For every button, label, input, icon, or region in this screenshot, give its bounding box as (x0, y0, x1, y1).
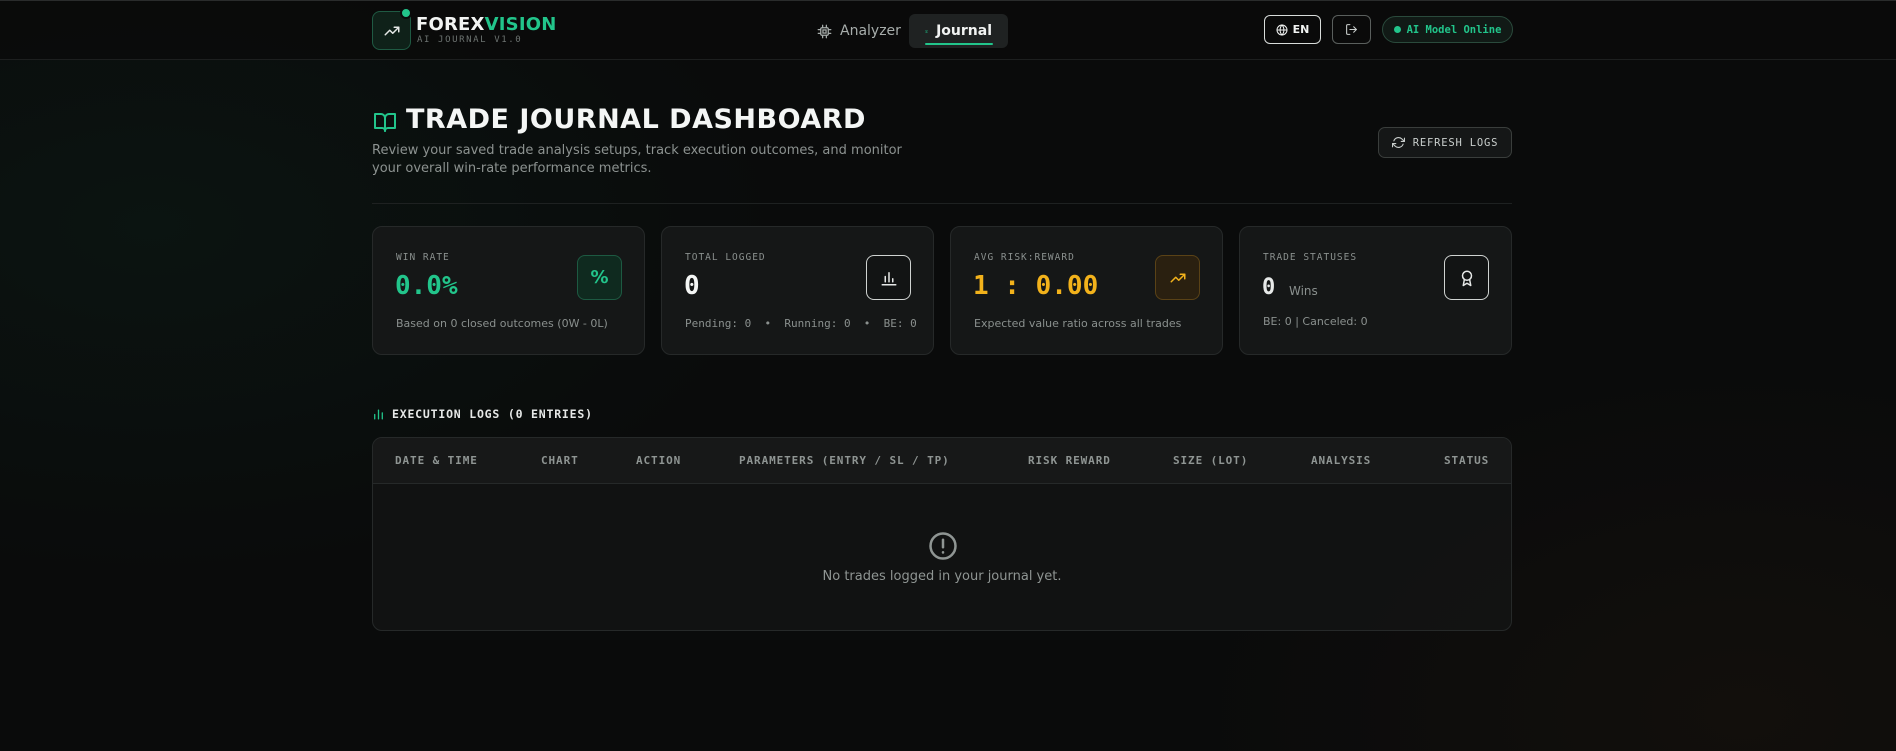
logout-button[interactable] (1332, 15, 1371, 44)
trade-statuses-card: TRADE STATUSES 0 Wins BE: 0 | Canceled: … (1239, 226, 1512, 355)
page-title: TRADE JOURNAL DASHBOARD (406, 104, 866, 135)
avg-rr-note: Expected value ratio across all trades (974, 317, 1182, 330)
column-risk-reward[interactable]: RISK REWARD (1028, 454, 1111, 467)
section-divider (372, 203, 1512, 204)
alert-circle-icon (929, 532, 957, 560)
book-open-icon (925, 29, 928, 33)
trending-up-icon (384, 26, 399, 35)
table-header: DATE & TIME CHART ACTION PARAMETERS (ENT… (373, 438, 1511, 484)
language-button[interactable]: EN (1264, 15, 1321, 44)
avg-rr-value: 1 : 0.00 (973, 271, 1099, 301)
book-open-icon (374, 113, 396, 132)
top-header: FOREXVISION AI JOURNAL V1.0 Analyzer Jou… (0, 0, 1896, 60)
trade-statuses-value: 0 (1262, 275, 1276, 300)
total-logged-value: 0 (684, 271, 700, 301)
ai-status-badge: AI Model Online (1382, 16, 1513, 43)
execution-logs-title: EXECUTION LOGS (0 ENTRIES) (392, 407, 593, 421)
trending-up-icon (1170, 273, 1185, 282)
logo-status-dot (400, 7, 412, 19)
nav-journal-label: Journal (936, 23, 992, 39)
avg-risk-reward-card: AVG RISK:REWARD 1 : 0.00 Expected value … (950, 226, 1223, 355)
bar-chart-icon (881, 271, 896, 285)
trending-up-icon-box (1155, 255, 1200, 300)
brand-name: FOREXVISION (416, 14, 557, 35)
column-date-time[interactable]: DATE & TIME (395, 454, 478, 467)
total-logged-note: Pending: 0 • Running: 0 • BE: 0 (685, 317, 917, 330)
page-description: Review your saved trade analysis setups,… (372, 143, 902, 176)
trade-statuses-label: TRADE STATUSES (1263, 252, 1358, 263)
nav-active-indicator (925, 43, 993, 45)
ai-status-label: AI Model Online (1406, 23, 1502, 36)
award-icon-box (1444, 255, 1489, 300)
brand-part-forex: FOREX (416, 14, 485, 35)
percent-icon: % (577, 255, 622, 300)
column-analysis[interactable]: ANALYSIS (1311, 454, 1371, 467)
execution-logs-heading: EXECUTION LOGS (0 ENTRIES) (372, 407, 593, 421)
column-size-lot[interactable]: SIZE (LOT) (1173, 454, 1248, 467)
refresh-logs-label: REFRESH LOGS (1412, 136, 1499, 149)
refresh-logs-button[interactable]: REFRESH LOGS (1378, 127, 1512, 158)
column-parameters[interactable]: PARAMETERS (ENTRY / SL / TP) (739, 454, 950, 467)
column-status[interactable]: STATUS (1444, 454, 1489, 467)
award-icon (1461, 270, 1472, 286)
win-rate-note: Based on 0 closed outcomes (0W - 0L) (396, 317, 608, 330)
bar-chart-icon (374, 409, 383, 419)
total-logged-card: TOTAL LOGGED 0 Pending: 0 • Running: 0 •… (661, 226, 934, 355)
language-label: EN (1292, 23, 1310, 36)
logout-icon (1346, 24, 1357, 35)
win-rate-label: WIN RATE (396, 252, 450, 263)
brand-subtitle: AI JOURNAL V1.0 (417, 35, 523, 45)
column-action[interactable]: ACTION (636, 454, 681, 467)
refresh-icon (1391, 137, 1405, 148)
execution-logs-table: DATE & TIME CHART ACTION PARAMETERS (ENT… (372, 437, 1512, 631)
globe-icon (1276, 23, 1288, 36)
bar-chart-icon-box (866, 255, 911, 300)
nav-analyzer-label: Analyzer (840, 23, 901, 39)
column-chart[interactable]: CHART (541, 454, 579, 467)
wins-label: Wins (1289, 284, 1318, 298)
trade-statuses-note: BE: 0 | Canceled: 0 (1263, 315, 1368, 328)
total-logged-label: TOTAL LOGGED (685, 252, 766, 263)
nav-analyzer[interactable]: Analyzer (801, 14, 917, 48)
win-rate-card: WIN RATE 0.0% Based on 0 closed outcomes… (372, 226, 645, 355)
avg-rr-label: AVG RISK:REWARD (974, 252, 1075, 263)
empty-state-text: No trades logged in your journal yet. (822, 569, 1062, 584)
chip-icon (817, 24, 832, 38)
status-dot (1393, 26, 1401, 33)
win-rate-value: 0.0% (395, 271, 458, 301)
brand-part-vision: VISION (484, 14, 557, 35)
